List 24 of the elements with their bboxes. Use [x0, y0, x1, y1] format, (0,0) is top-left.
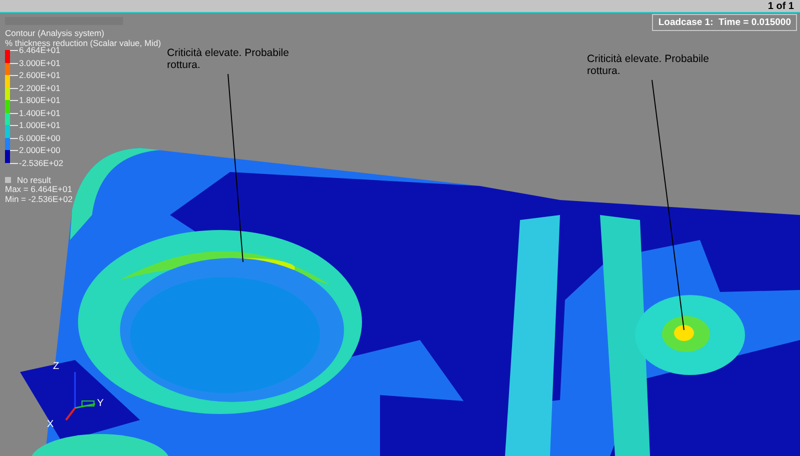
legend-title: Contour (Analysis system) [5, 28, 106, 38]
max-value: Max = 6.464E+01 [5, 185, 74, 194]
no-result-swatch [5, 177, 11, 184]
no-result-label: No result [17, 176, 52, 185]
min-value: Min = -2.536E+02 [5, 194, 74, 204]
x-axis-label: X [47, 419, 54, 430]
legend-value: 2.200E+01 [19, 84, 60, 93]
legend-value: 1.400E+01 [19, 108, 60, 118]
axis-triad-icon [65, 372, 96, 421]
legend-value: 2.000E+00 [19, 146, 60, 156]
legend-value: 6.000E+00 [19, 134, 60, 143]
legend-value: 1.800E+01 [19, 96, 60, 106]
legend-value: 2.600E+01 [19, 71, 60, 80]
loadcase-label: Loadcase 1: Time = 0.015000 [652, 14, 797, 31]
legend-value: 1.000E+01 [19, 121, 60, 130]
annotation-text: Criticità elevate. Probabile rottura. [167, 47, 290, 71]
y-axis-label: Y [97, 398, 104, 409]
legend-value: -2.536E+02 [19, 158, 64, 168]
z-axis-label: Z [53, 361, 60, 372]
annotation-text: Criticità elevate. Probabile rottura. [587, 53, 710, 77]
legend-value: 3.000E+01 [19, 58, 60, 68]
legend-subtitle: % thickness reduction (Scalar value, Mid) [5, 38, 161, 48]
page-count: 1 of 1 [768, 0, 794, 12]
legend-value: 6.464E+01 [19, 46, 60, 56]
